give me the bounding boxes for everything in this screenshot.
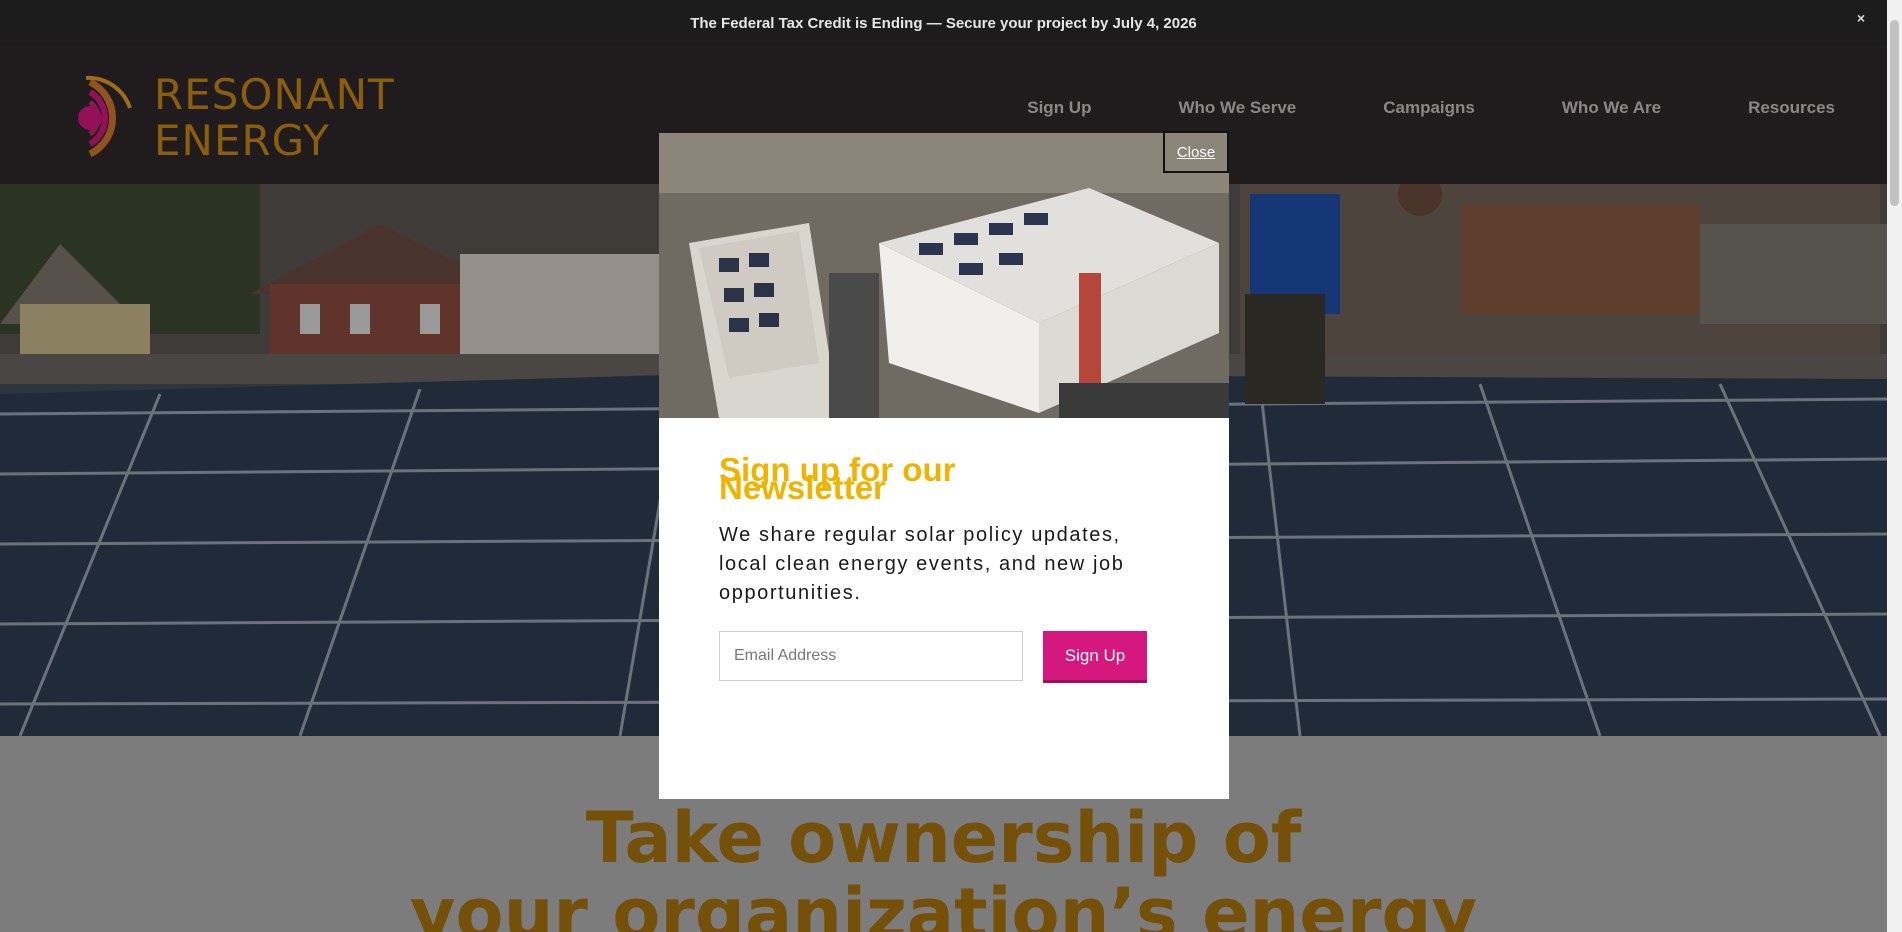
scrollbar-thumb[interactable] bbox=[1890, 20, 1899, 206]
announcement-bar: The Federal Tax Credit is Ending — Secur… bbox=[0, 0, 1887, 46]
announcement-close-icon[interactable]: × bbox=[1857, 10, 1865, 26]
page-scrollbar[interactable] bbox=[1887, 0, 1902, 932]
newsletter-modal: Close Sign up for our Newsletter We shar… bbox=[659, 131, 1229, 799]
building-aerial-image bbox=[659, 133, 1229, 418]
modal-close-button[interactable]: Close bbox=[1163, 131, 1229, 173]
modal-title: Sign up for our Newsletter bbox=[719, 451, 956, 506]
newsletter-signup-button[interactable]: Sign Up bbox=[1043, 631, 1147, 683]
modal-building-photo bbox=[659, 133, 1229, 418]
email-field[interactable] bbox=[719, 631, 1023, 681]
modal-description: We share regular solar policy updates, l… bbox=[719, 524, 1125, 604]
announcement-text: The Federal Tax Credit is Ending — Secur… bbox=[690, 14, 1197, 32]
